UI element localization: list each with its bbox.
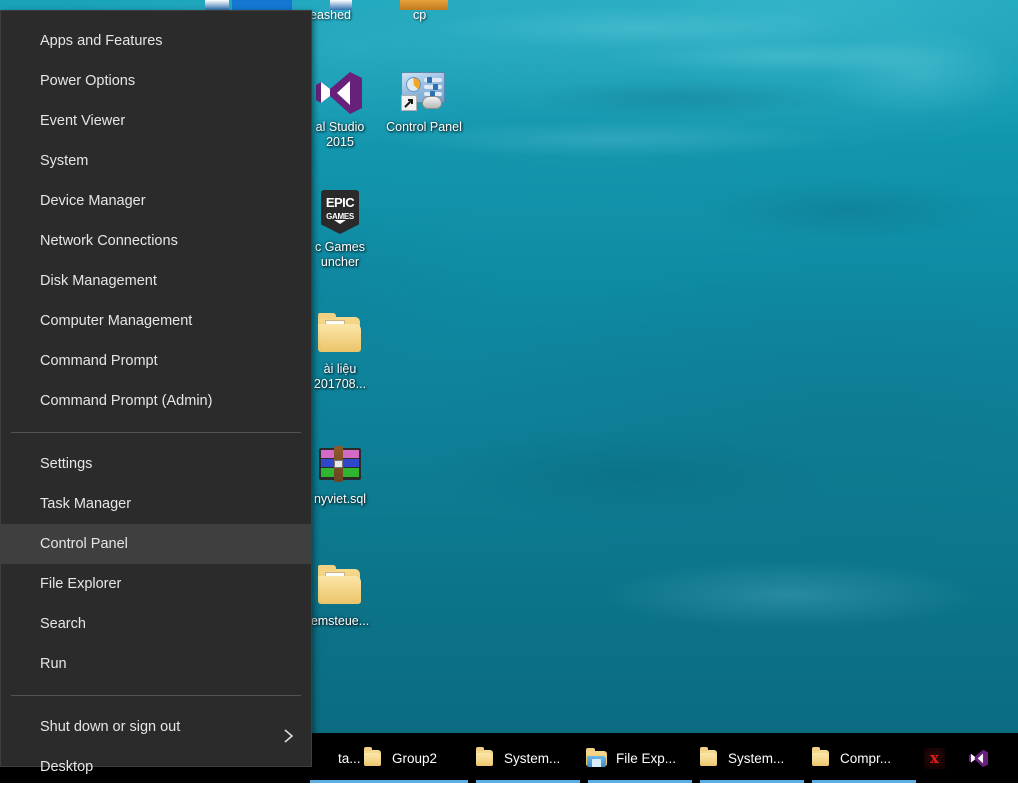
folder-icon xyxy=(360,746,384,770)
garena-icon: x xyxy=(922,746,946,770)
menu-item-computer-management[interactable]: Computer Management xyxy=(1,301,311,341)
taskbar-item-label: Group2 xyxy=(392,750,438,766)
taskbar-item-group2[interactable]: Group2 xyxy=(360,733,472,783)
menu-item-command-prompt-admin[interactable]: Command Prompt (Admin) xyxy=(1,381,311,421)
menu-item-label: Power Options xyxy=(40,73,136,89)
wallpaper-ripple xyxy=(600,40,980,74)
winrar-icon xyxy=(316,440,364,488)
menu-separator xyxy=(11,432,301,433)
mouse-glyph xyxy=(422,96,442,109)
clipped-desktop-icon xyxy=(330,0,352,10)
menu-item-label: Shut down or sign out xyxy=(40,719,181,735)
menu-item-desktop[interactable]: Desktop xyxy=(1,747,311,787)
folder-icon xyxy=(472,746,496,770)
clipped-desktop-icon xyxy=(400,0,448,10)
menu-item-task-manager[interactable]: Task Manager xyxy=(1,484,311,524)
taskbar-item-label: System... xyxy=(728,750,785,766)
taskbar-item-visual-studio[interactable] xyxy=(966,733,1000,783)
taskbar-item-system-1[interactable]: System... xyxy=(472,733,584,783)
shortcut-arrow-icon xyxy=(401,95,417,111)
menu-item-search[interactable]: Search xyxy=(1,604,311,644)
menu-item-label: Event Viewer xyxy=(40,113,126,129)
clipped-label-cp: cp xyxy=(413,8,427,22)
menu-item-network-connections[interactable]: Network Connections xyxy=(1,221,311,261)
menu-item-label: Run xyxy=(40,656,67,672)
taskbar-item-label: File Exp... xyxy=(616,750,677,766)
menu-item-label: Command Prompt xyxy=(40,353,158,369)
menu-item-system[interactable]: System xyxy=(1,141,311,181)
visual-studio-icon xyxy=(966,746,990,770)
menu-item-label: Control Panel xyxy=(40,536,128,552)
wallpaper-ripple xyxy=(820,28,1018,118)
taskbar-item-garena[interactable]: x xyxy=(922,733,956,783)
menu-item-shut-down-or-sign-out[interactable]: Shut down or sign out xyxy=(1,707,311,747)
menu-item-command-prompt[interactable]: Command Prompt xyxy=(1,341,311,381)
clipped-desktop-icon xyxy=(232,0,292,10)
wallpaper-ripple xyxy=(700,180,1000,240)
pie-chart-glyph xyxy=(406,77,421,92)
menu-item-label: Apps and Features xyxy=(40,33,163,49)
menu-item-settings[interactable]: Settings xyxy=(1,444,311,484)
folder-icon xyxy=(316,562,364,610)
clipped-label-unleashed: eashed xyxy=(310,8,352,22)
menu-item-label: Disk Management xyxy=(40,273,157,289)
taskbar-item-ta[interactable]: ta... xyxy=(306,733,368,783)
taskbar-item-label: System... xyxy=(504,750,561,766)
epic-games-icon: EPIC GAMES xyxy=(316,188,364,236)
visual-studio-icon xyxy=(316,68,364,116)
menu-item-device-manager[interactable]: Device Manager xyxy=(1,181,311,221)
wallpaper-ripple xyxy=(430,6,850,50)
menu-item-label: Desktop xyxy=(40,759,94,775)
menu-item-label: Computer Management xyxy=(40,313,193,329)
wallpaper-ripple xyxy=(520,78,850,118)
wallpaper-ripple xyxy=(600,560,980,630)
menu-item-disk-management[interactable]: Disk Management xyxy=(1,261,311,301)
menu-item-label: System xyxy=(40,153,89,169)
menu-item-apps-and-features[interactable]: Apps and Features xyxy=(1,21,311,61)
folder-icon xyxy=(696,746,720,770)
wallpaper-ripple xyxy=(420,430,840,520)
menu-item-run[interactable]: Run xyxy=(1,644,311,684)
folder-icon xyxy=(316,310,364,358)
menu-item-label: Network Connections xyxy=(40,233,178,249)
menu-item-label: Search xyxy=(40,616,86,632)
winx-power-user-menu[interactable]: Apps and Features Power Options Event Vi… xyxy=(0,10,312,775)
menu-item-control-panel[interactable]: Control Panel xyxy=(1,524,311,564)
taskbar-item-compr[interactable]: Compr... xyxy=(808,733,920,783)
menu-separator xyxy=(11,695,301,696)
menu-item-label: File Explorer xyxy=(40,576,122,592)
menu-item-label: Device Manager xyxy=(40,193,146,209)
desktop-icon-control-panel[interactable]: Control Panel xyxy=(376,68,472,135)
menu-item-file-explorer[interactable]: File Explorer xyxy=(1,564,311,604)
desktop-icon-label: Control Panel xyxy=(386,120,462,134)
menu-item-label: Settings xyxy=(40,456,93,472)
folder-icon xyxy=(808,746,832,770)
clipped-desktop-icon xyxy=(205,0,229,10)
menu-item-event-viewer[interactable]: Event Viewer xyxy=(1,101,311,141)
file-explorer-icon xyxy=(584,746,608,770)
menu-item-label: Task Manager xyxy=(40,496,132,512)
taskbar-item-system-2[interactable]: System... xyxy=(696,733,808,783)
menu-item-power-options[interactable]: Power Options xyxy=(1,61,311,101)
control-panel-icon xyxy=(400,68,448,116)
taskbar-item-file-explorer[interactable]: File Exp... xyxy=(584,733,696,783)
taskbar-item-label: Compr... xyxy=(840,750,892,766)
menu-item-label: Command Prompt (Admin) xyxy=(40,393,213,409)
